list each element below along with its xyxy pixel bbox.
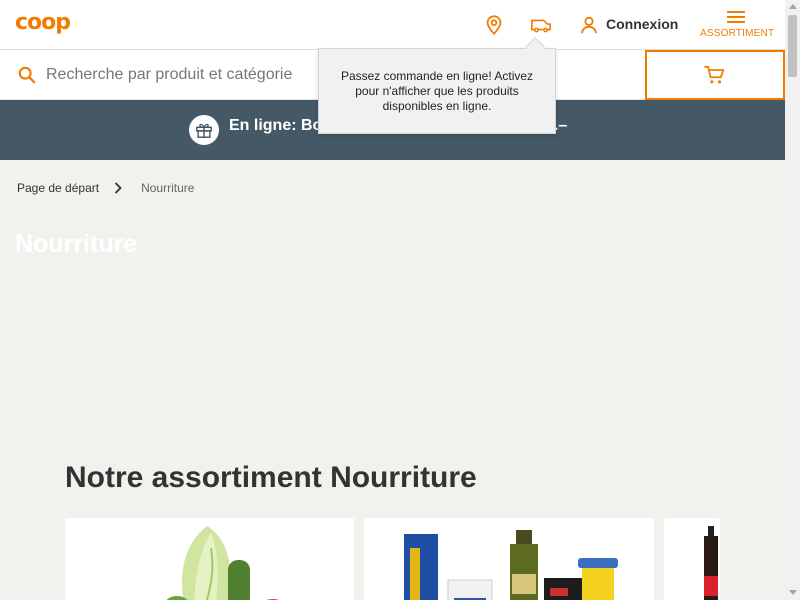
category-card-pantry[interactable] bbox=[364, 518, 654, 600]
category-card-drinks[interactable] bbox=[664, 518, 720, 600]
scroll-down-arrow-icon[interactable] bbox=[789, 590, 797, 595]
delivery-van-icon bbox=[531, 19, 551, 33]
gift-badge bbox=[189, 115, 219, 145]
search-input[interactable] bbox=[46, 60, 316, 90]
page-title: Nourriture bbox=[15, 230, 138, 258]
promo-text: En ligne: Bo bbox=[229, 117, 323, 134]
breadcrumb-home-link[interactable]: Page de départ bbox=[17, 181, 99, 195]
gift-icon bbox=[196, 123, 212, 138]
menu-label: ASSORTIMENT bbox=[700, 28, 775, 39]
delivery-button[interactable] bbox=[528, 12, 554, 38]
drinks-image bbox=[704, 526, 718, 600]
location-pin-icon bbox=[486, 15, 502, 36]
assortment-menu-button[interactable]: ASSORTIMENT bbox=[700, 9, 775, 45]
login-label[interactable]: Connexion bbox=[606, 16, 678, 32]
chevron-right-icon bbox=[114, 182, 122, 194]
breadcrumb-current: Nourriture bbox=[141, 181, 195, 195]
online-order-tooltip: Passez commande en ligne! Activez pour n… bbox=[318, 48, 556, 134]
menu-icon bbox=[727, 11, 745, 23]
user-icon bbox=[581, 16, 597, 34]
vegetables-image bbox=[166, 526, 280, 600]
login-button[interactable] bbox=[576, 12, 602, 38]
category-card-vegetables[interactable] bbox=[65, 518, 354, 600]
pantry-products-image bbox=[404, 530, 618, 600]
cart-button[interactable] bbox=[645, 50, 785, 100]
cart-icon bbox=[704, 65, 725, 84]
coop-logo[interactable]: coop bbox=[15, 11, 71, 35]
site-header: coop Connexion ASSORTIMENT bbox=[0, 0, 785, 50]
section-title: Notre assortiment Nourriture bbox=[65, 461, 477, 494]
store-locator-button[interactable] bbox=[481, 12, 507, 38]
search-icon[interactable] bbox=[18, 66, 36, 84]
vertical-scrollbar[interactable] bbox=[785, 0, 800, 600]
scroll-up-arrow-icon[interactable] bbox=[789, 4, 797, 9]
breadcrumb: Page de départ Nourriture bbox=[17, 181, 194, 195]
scroll-thumb[interactable] bbox=[788, 15, 797, 77]
